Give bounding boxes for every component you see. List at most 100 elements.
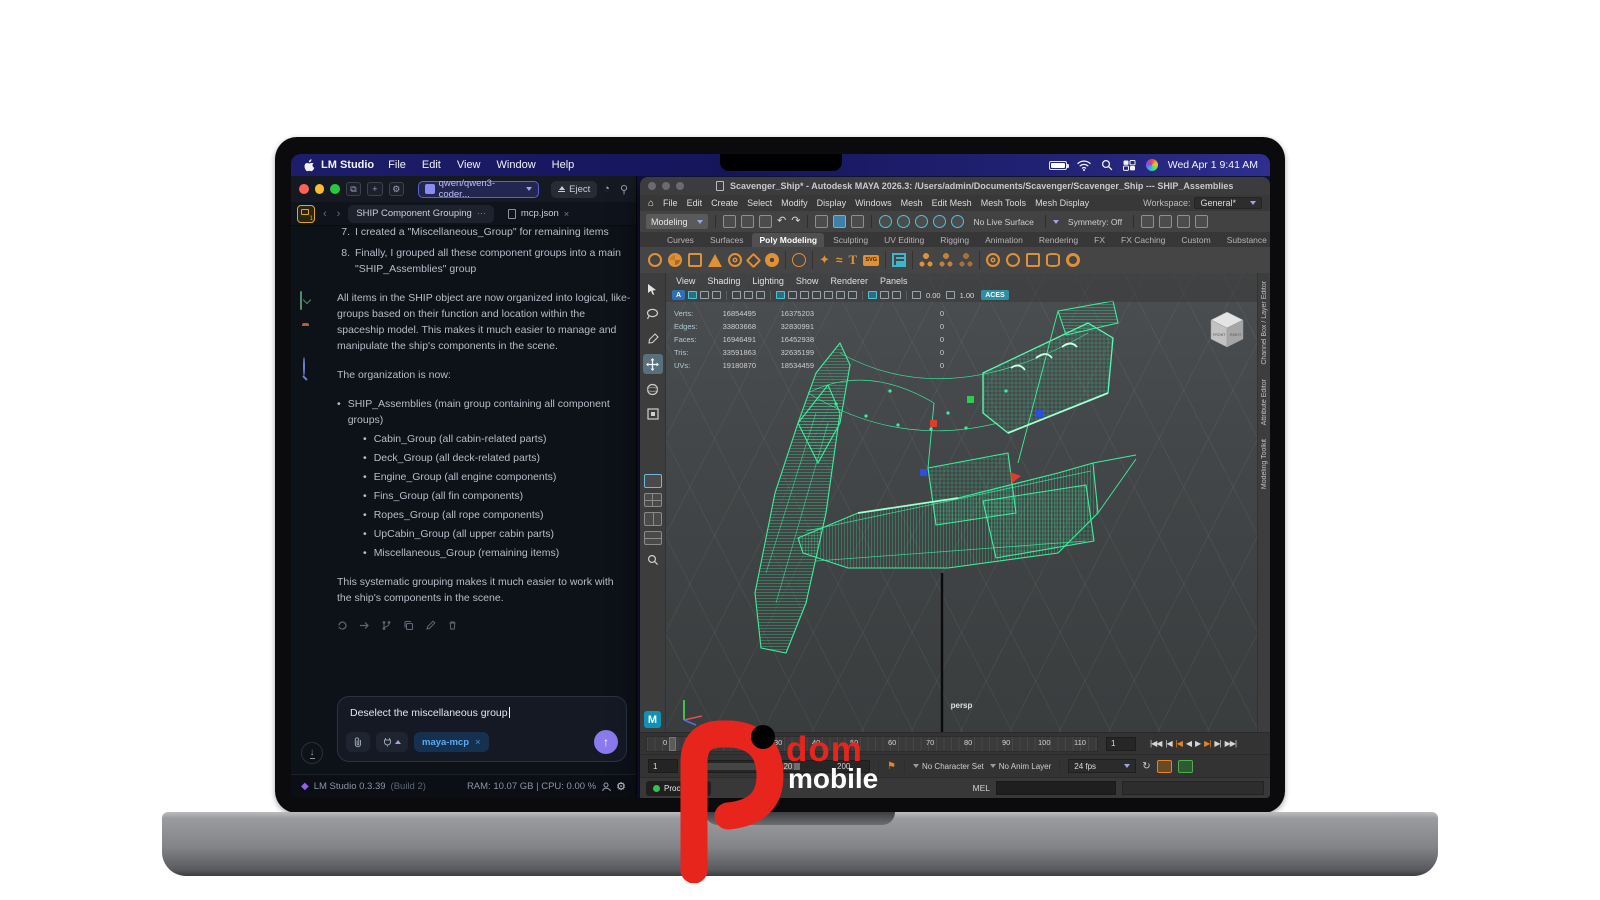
frame-ruler[interactable]: 0 10 20 30 40 50 60 70 80 90 100 110	[646, 736, 1098, 752]
tab-mcp-json[interactable]: mcp.json ×	[500, 205, 577, 223]
open-scene-icon[interactable]	[741, 215, 754, 228]
panel-menu-show[interactable]: Show	[796, 276, 819, 286]
undo-icon[interactable]: ↶	[777, 215, 786, 228]
new-scene-icon[interactable]	[723, 215, 736, 228]
model-selector[interactable]: qwen/qwen3-coder...	[418, 181, 539, 198]
go-to-end-button[interactable]: ▶▶|	[1225, 739, 1236, 748]
fps-selector[interactable]: 24 fps	[1068, 759, 1136, 773]
panel-menu-lighting[interactable]: Lighting	[752, 276, 784, 286]
viewport[interactable]: View Shading Lighting Show Renderer Pane…	[666, 273, 1257, 732]
svg-tool-icon[interactable]: SVG	[863, 255, 879, 266]
render-current-frame-icon[interactable]	[1159, 215, 1172, 228]
sculpt-objects-icon[interactable]	[1006, 253, 1020, 267]
edit-icon[interactable]	[425, 620, 436, 631]
nav-forward-icon[interactable]: ›	[335, 208, 343, 220]
select-camera-icon[interactable]: A	[672, 290, 685, 300]
gamma-icon[interactable]	[946, 291, 955, 299]
playback-loop-icon[interactable]: ↻	[1142, 761, 1150, 772]
settings-gear-icon[interactable]: ⚙	[616, 780, 626, 793]
shaded-icon[interactable]	[788, 291, 797, 299]
tab-attribute-editor[interactable]: Attribute Editor	[1261, 379, 1268, 425]
apple-logo-icon[interactable]	[303, 158, 315, 172]
menubar-item-help[interactable]: Help	[552, 159, 575, 171]
branch-icon[interactable]	[381, 620, 392, 631]
range-end-handle[interactable]	[794, 763, 800, 770]
select-by-object-icon[interactable]	[833, 215, 846, 228]
wireframe-icon[interactable]	[776, 291, 785, 299]
step-back-frame-button[interactable]: |◀	[1165, 739, 1171, 748]
render-settings-icon[interactable]	[1177, 215, 1190, 228]
oversampling-icon[interactable]	[756, 291, 765, 299]
bookmark-icon[interactable]: ⚑	[887, 761, 896, 772]
lasso-tool-icon[interactable]	[643, 304, 663, 324]
developer-tools-icon[interactable]: ⚲	[620, 183, 628, 196]
panel-menu-panels[interactable]: Panels	[880, 276, 908, 286]
xray-icon[interactable]	[880, 291, 889, 299]
quad-draw-icon[interactable]	[1026, 253, 1040, 267]
poly-disc-icon[interactable]	[765, 253, 779, 267]
home-icon[interactable]: ⌂	[648, 198, 654, 209]
view-2d-pan-icon[interactable]	[744, 291, 753, 299]
animation-preferences-button[interactable]	[1178, 760, 1193, 773]
command-input[interactable]	[996, 781, 1116, 795]
step-forward-key-button[interactable]: ▶|	[1204, 739, 1210, 748]
copy-icon[interactable]	[403, 620, 414, 631]
battery-icon[interactable]	[1049, 161, 1067, 170]
tab-close-icon[interactable]: ×	[564, 209, 569, 219]
current-time-indicator[interactable]	[669, 737, 676, 751]
delete-icon[interactable]	[447, 620, 458, 631]
isolate-select-icon[interactable]	[868, 291, 877, 299]
super-shape-icon[interactable]: ✦	[819, 253, 830, 267]
make-live-icon[interactable]	[951, 215, 964, 228]
target-weld-icon[interactable]	[1066, 253, 1080, 267]
poly-sphere-icon[interactable]	[648, 253, 662, 267]
tab-more-icon[interactable]: ⋯	[477, 208, 486, 219]
snap-to-plane-icon[interactable]	[933, 215, 946, 228]
go-to-start-button[interactable]: |◀◀	[1150, 739, 1161, 748]
display-settings-icon[interactable]	[1195, 215, 1208, 228]
attach-file-button[interactable]	[346, 732, 370, 752]
tab-channel-box[interactable]: Channel Box / Layer Editor	[1261, 281, 1268, 365]
camera-attributes-icon[interactable]	[700, 291, 709, 299]
shelf-tab-fx[interactable]: FX	[1087, 233, 1112, 247]
shadows-icon[interactable]	[824, 291, 833, 299]
poly-text-icon[interactable]: T	[849, 253, 858, 267]
remove-tag-icon[interactable]: ×	[475, 737, 481, 748]
close-window-button[interactable]	[299, 184, 309, 194]
send-button[interactable]: ↑	[594, 730, 618, 754]
time-slider[interactable]: 0 10 20 30 40 50 60 70 80 90 100 110 1 |…	[640, 732, 1270, 754]
new-chat-button[interactable]: +	[367, 182, 382, 196]
snap-to-grid-icon[interactable]	[879, 215, 892, 228]
arc-tool-icon[interactable]	[986, 253, 1000, 267]
menu-set-selector[interactable]: Modeling	[646, 214, 708, 229]
menubar-app-name[interactable]: LM Studio	[321, 159, 374, 171]
menu-windows[interactable]: Windows	[855, 198, 892, 208]
menubar-clock[interactable]: Wed Apr 1 9:41 AM	[1168, 159, 1258, 171]
snap-to-point-icon[interactable]	[915, 215, 928, 228]
xray-joints-icon[interactable]	[892, 291, 901, 299]
poly-torus-icon[interactable]	[728, 253, 742, 267]
exposure-icon[interactable]	[912, 291, 921, 299]
multi-cut-icon[interactable]	[1046, 253, 1060, 267]
spotlight-search-icon[interactable]	[1101, 159, 1113, 171]
wifi-icon[interactable]	[1077, 160, 1091, 171]
animation-start-field[interactable]: 1	[648, 759, 678, 773]
poly-solid-icon[interactable]	[792, 253, 806, 267]
select-by-component-icon[interactable]	[851, 215, 864, 228]
motion-blur-icon[interactable]	[848, 291, 857, 299]
tab-ship-component-grouping[interactable]: SHIP Component Grouping ⋯	[348, 205, 493, 223]
shelf-tab-surfaces[interactable]: Surfaces	[703, 233, 751, 247]
move-tool-icon[interactable]	[643, 354, 663, 374]
settings-icon[interactable]: ⚙	[389, 182, 404, 196]
app-version[interactable]: LM Studio 0.3.39	[314, 781, 386, 792]
bookmark-icon[interactable]	[712, 291, 721, 299]
close-window-button[interactable]	[648, 182, 656, 190]
workspace-selector[interactable]: General*	[1194, 197, 1262, 209]
paint-select-tool-icon[interactable]	[643, 329, 663, 349]
step-forward-frame-button[interactable]: ▶|	[1214, 739, 1220, 748]
poly-curve-icon[interactable]: ≈	[836, 253, 843, 267]
minimize-window-button[interactable]	[662, 182, 670, 190]
symmetry-setting[interactable]: Symmetry: Off	[1064, 217, 1126, 227]
user-icon[interactable]	[601, 782, 611, 792]
shelf-tab-sculpting[interactable]: Sculpting	[826, 233, 875, 247]
